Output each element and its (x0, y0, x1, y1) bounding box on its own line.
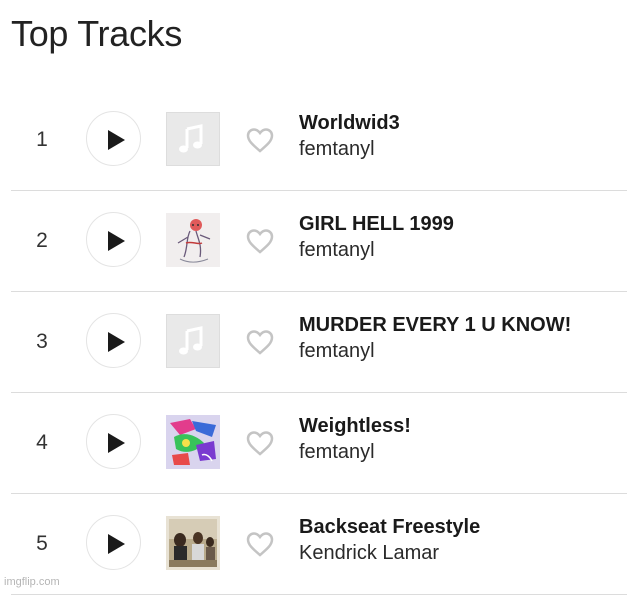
track-info: Weightless! femtanyl (299, 413, 627, 465)
track-row[interactable]: 4 Weightless! femtanyl (11, 393, 627, 494)
album-art-sketch (166, 213, 220, 267)
play-icon (108, 130, 125, 150)
like-button[interactable] (245, 227, 275, 255)
like-button[interactable] (245, 429, 275, 457)
like-button[interactable] (245, 126, 275, 154)
track-info: Worldwid3 femtanyl (299, 110, 627, 162)
play-button[interactable] (86, 414, 141, 469)
track-artist[interactable]: femtanyl (299, 338, 627, 364)
track-artist[interactable]: Kendrick Lamar (299, 540, 627, 566)
like-button[interactable] (245, 328, 275, 356)
track-title[interactable]: GIRL HELL 1999 (299, 211, 627, 237)
heart-outline-icon (246, 229, 274, 254)
play-button[interactable] (86, 212, 141, 267)
play-button[interactable] (86, 515, 141, 570)
album-art-photo (166, 516, 220, 570)
heart-outline-icon (246, 330, 274, 355)
track-artist[interactable]: femtanyl (299, 136, 627, 162)
track-row[interactable]: 3 MURDER EVERY 1 U KNOW! femtanyl (11, 292, 627, 393)
track-rank: 5 (36, 532, 48, 555)
track-title[interactable]: MURDER EVERY 1 U KNOW! (299, 312, 627, 338)
watermark: imgflip.com (4, 576, 60, 588)
music-note-icon (179, 124, 203, 153)
album-cover (166, 415, 220, 469)
heart-outline-icon (246, 128, 274, 153)
track-row[interactable]: 5 Backseat Freestyle Kendrick Lamar (11, 494, 627, 595)
like-button[interactable] (245, 530, 275, 558)
track-title[interactable]: Backseat Freestyle (299, 514, 627, 540)
track-artist[interactable]: femtanyl (299, 439, 627, 465)
track-rank: 4 (36, 431, 48, 454)
track-artist[interactable]: femtanyl (299, 237, 627, 263)
track-title[interactable]: Worldwid3 (299, 110, 627, 136)
play-button[interactable] (86, 111, 141, 166)
track-info: Backseat Freestyle Kendrick Lamar (299, 514, 627, 566)
album-art-colorful (166, 415, 220, 469)
play-icon (108, 332, 125, 352)
track-rank: 1 (36, 128, 48, 151)
page-title: Top Tracks (11, 13, 183, 54)
track-info: GIRL HELL 1999 femtanyl (299, 211, 627, 263)
track-list: 1 Worldwid3 femtanyl 2 GIRL HELL 1999 fe… (11, 90, 627, 595)
album-cover-placeholder (166, 314, 220, 368)
music-note-icon (179, 326, 203, 355)
album-cover-placeholder (166, 112, 220, 166)
track-row[interactable]: 2 GIRL HELL 1999 femtanyl (11, 191, 627, 292)
play-icon (108, 534, 125, 554)
track-rank: 2 (36, 229, 48, 252)
play-icon (108, 433, 125, 453)
track-row[interactable]: 1 Worldwid3 femtanyl (11, 90, 627, 191)
heart-outline-icon (246, 431, 274, 456)
album-cover (166, 213, 220, 267)
track-info: MURDER EVERY 1 U KNOW! femtanyl (299, 312, 627, 364)
track-rank: 3 (36, 330, 48, 353)
album-cover (166, 516, 220, 570)
track-title[interactable]: Weightless! (299, 413, 627, 439)
play-icon (108, 231, 125, 251)
play-button[interactable] (86, 313, 141, 368)
heart-outline-icon (246, 532, 274, 557)
